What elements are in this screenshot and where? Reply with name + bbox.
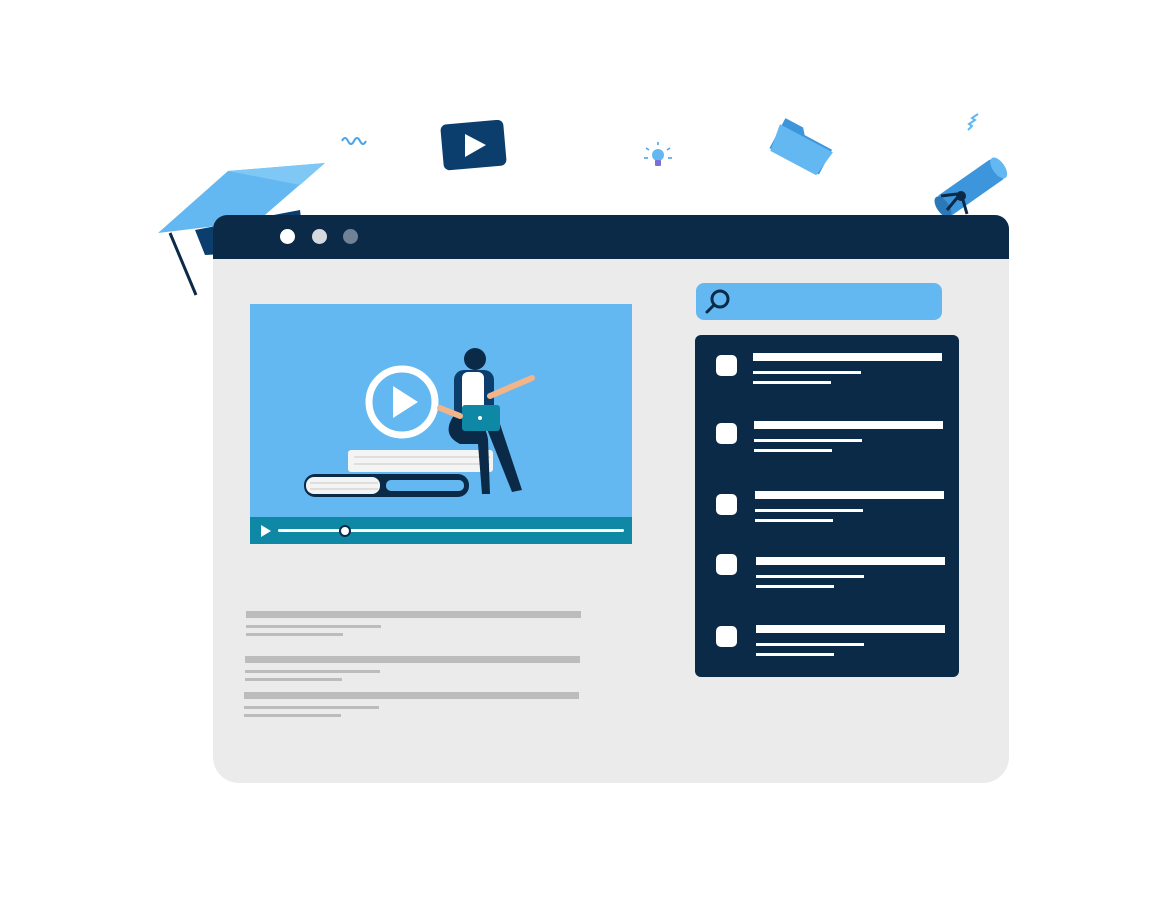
list-item-line (754, 449, 832, 452)
text-line (245, 678, 342, 681)
checkbox-icon[interactable] (716, 494, 737, 515)
text-line (244, 714, 341, 717)
checkbox-icon[interactable] (716, 423, 737, 444)
list-item-line (756, 575, 864, 578)
list-item[interactable] (695, 405, 959, 471)
squiggle-icon (967, 113, 979, 131)
text-line (244, 706, 379, 709)
text-line (246, 633, 343, 636)
video-illustration (304, 348, 535, 497)
course-list-panel (695, 335, 959, 677)
progress-handle[interactable] (339, 525, 351, 537)
text-line (246, 625, 381, 628)
window-dot-maximize[interactable] (343, 229, 358, 244)
list-item-line (753, 371, 861, 374)
list-item-line (756, 643, 864, 646)
window-dot-close[interactable] (280, 229, 295, 244)
checkbox-icon[interactable] (716, 626, 737, 647)
list-item[interactable] (695, 611, 959, 677)
search-icon[interactable] (704, 288, 732, 316)
video-player[interactable] (250, 304, 632, 544)
text-line (244, 692, 579, 699)
window-dot-minimize[interactable] (312, 229, 327, 244)
folder-icon (769, 118, 833, 176)
text-line (246, 611, 581, 618)
youtube-play-icon (440, 120, 507, 171)
text-line (245, 656, 580, 663)
list-item-line (753, 381, 831, 384)
checkbox-icon[interactable] (716, 554, 737, 575)
list-item-line (754, 439, 862, 442)
squiggle-icon (341, 137, 367, 145)
search-input[interactable] (736, 289, 936, 315)
browser-window (213, 215, 1009, 783)
progress-track[interactable] (278, 529, 624, 532)
list-item-title (756, 557, 945, 565)
title-bar (213, 215, 1009, 259)
list-item-line (756, 653, 834, 656)
lightbulb-icon (644, 142, 672, 166)
checkbox-icon[interactable] (716, 355, 737, 376)
list-item-title (754, 421, 943, 429)
video-controls (250, 517, 632, 544)
list-item[interactable] (695, 335, 959, 401)
list-item-title (756, 625, 945, 633)
list-item[interactable] (695, 475, 959, 541)
list-item-line (755, 509, 863, 512)
list-item-title (755, 491, 944, 499)
search-field[interactable] (696, 283, 942, 320)
play-icon[interactable] (260, 524, 272, 538)
list-item-line (756, 585, 834, 588)
list-item-title (753, 353, 942, 361)
text-line (245, 670, 380, 673)
list-item[interactable] (695, 545, 959, 611)
list-item-line (755, 519, 833, 522)
